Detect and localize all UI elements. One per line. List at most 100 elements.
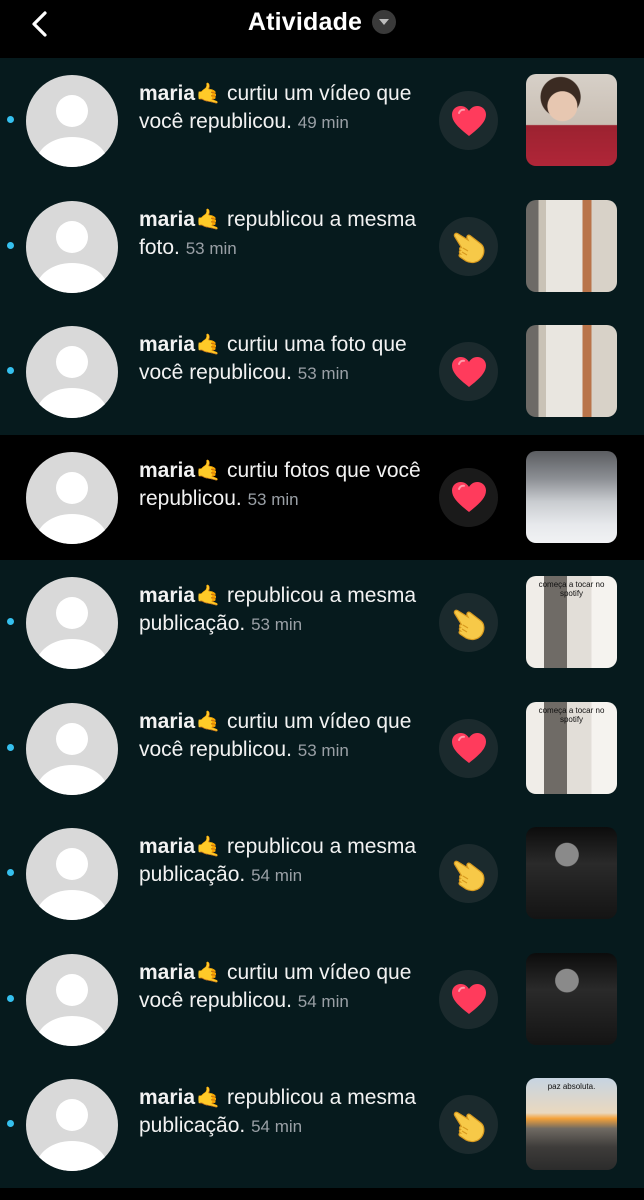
avatar-head <box>56 1099 88 1131</box>
username[interactable]: maria <box>139 333 195 356</box>
avatar-body <box>36 639 108 669</box>
notification-text[interactable]: maria🤙 republicou a mesma publicação. 54 … <box>139 1084 429 1141</box>
username-emoji: 🤙 <box>196 334 221 356</box>
chevron-down-icon <box>379 19 390 25</box>
username-emoji: 🤙 <box>196 710 221 733</box>
avatar-head <box>56 973 88 1006</box>
notification-text[interactable]: maria🤙 curtiu uma foto que você republico… <box>139 331 429 388</box>
dropdown-toggle[interactable] <box>372 10 397 34</box>
post-thumbnail[interactable] <box>526 325 617 417</box>
top-bar: Atividade <box>0 0 644 56</box>
timestamp: 54 min <box>251 1117 303 1136</box>
username-emoji: 🤙 <box>196 459 221 482</box>
notification-row[interactable]: maria🤙 republicou a mesma publicação. 54 … <box>0 1062 644 1188</box>
notification-row[interactable]: maria🤙 republicou a mesma foto. 53 min <box>0 183 644 309</box>
username[interactable]: maria <box>139 710 195 733</box>
post-thumbnail[interactable] <box>526 199 617 292</box>
notification-row[interactable]: maria🤙 curtiu um vídeo que você republico… <box>0 685 644 811</box>
avatar[interactable] <box>26 577 118 669</box>
repost-hand-button[interactable] <box>439 1095 498 1154</box>
unread-dot <box>7 743 14 751</box>
username-emoji: 🤙 <box>196 961 221 984</box>
notification-text[interactable]: maria🤙 curtiu um vídeo que você republico… <box>139 959 429 1016</box>
unread-dot <box>7 869 14 876</box>
notification-text[interactable]: maria🤙 republicou a mesma foto. 53 min <box>139 206 429 263</box>
avatar[interactable] <box>26 451 118 544</box>
heart-icon <box>451 983 487 1015</box>
post-thumbnail[interactable]: começa a tocar no spotify <box>526 576 617 668</box>
notification-row[interactable]: maria🤙 republicou a mesma publicação. 53 … <box>0 560 644 686</box>
notification-row[interactable]: maria🤙 republicou a mesma publicação. 54 … <box>0 811 644 937</box>
post-thumbnail[interactable] <box>526 74 617 166</box>
username[interactable]: maria <box>139 961 195 984</box>
notification-text[interactable]: maria🤙 republicou a mesma publicação. 54 … <box>139 833 429 890</box>
avatar-head <box>56 722 88 755</box>
avatar[interactable] <box>26 326 118 418</box>
avatar-head <box>56 471 88 504</box>
username[interactable]: maria <box>139 584 195 607</box>
avatar-body <box>36 764 108 795</box>
timestamp: 53 min <box>251 615 303 634</box>
username[interactable]: maria <box>139 82 195 105</box>
pointing-hand-icon <box>452 604 486 642</box>
like-button[interactable] <box>439 969 498 1029</box>
post-thumbnail[interactable]: paz absoluta. <box>526 1078 617 1170</box>
notification-text[interactable]: maria🤙 curtiu um vídeo que você republico… <box>139 708 429 765</box>
unread-dot <box>7 116 14 123</box>
thumbnail-caption: começa a tocar no spotify <box>538 580 605 598</box>
avatar-head <box>56 95 88 127</box>
avatar-head <box>56 597 88 629</box>
notification-row[interactable]: maria🤙 curtiu um vídeo que você republico… <box>0 58 644 184</box>
like-button[interactable] <box>439 467 498 527</box>
notification-row[interactable]: maria🤙 curtiu fotos que você republicou. … <box>0 434 644 560</box>
notification-row[interactable]: maria🤙 curtiu um vídeo que você republico… <box>0 936 644 1062</box>
post-thumbnail[interactable]: começa a tocar no spotify <box>526 701 617 794</box>
avatar[interactable] <box>26 200 118 293</box>
unread-dot <box>7 1120 14 1127</box>
notification-text[interactable]: maria🤙 curtiu um vídeo que você republico… <box>139 80 429 137</box>
timestamp: 54 min <box>251 866 303 885</box>
repost-hand-button[interactable] <box>439 216 498 276</box>
repost-hand-button[interactable] <box>439 593 498 652</box>
avatar[interactable] <box>26 75 118 167</box>
avatar[interactable] <box>26 1079 118 1171</box>
avatar-body <box>36 137 108 167</box>
like-button[interactable] <box>439 342 498 401</box>
avatar[interactable] <box>26 702 118 795</box>
username[interactable]: maria <box>139 835 195 858</box>
post-thumbnail[interactable] <box>526 450 617 543</box>
username[interactable]: maria <box>139 1086 195 1109</box>
avatar[interactable] <box>26 953 118 1046</box>
username[interactable]: maria <box>139 208 195 231</box>
post-thumbnail[interactable] <box>526 827 617 919</box>
avatar-head <box>56 220 88 253</box>
back-button[interactable] <box>24 8 56 40</box>
activity-list: maria🤙 curtiu um vídeo que você republico… <box>0 58 644 1200</box>
repost-hand-button[interactable] <box>439 844 498 903</box>
thumbnail-caption: paz absoluta. <box>547 1082 596 1091</box>
post-thumbnail[interactable] <box>526 952 617 1045</box>
pointing-hand-icon <box>452 227 486 265</box>
avatar[interactable] <box>26 828 118 920</box>
avatar-body <box>36 1015 108 1046</box>
avatar-body <box>36 890 108 920</box>
heart-icon <box>451 105 487 137</box>
chevron-left-icon <box>32 11 47 37</box>
title-dropdown[interactable]: Atividade <box>247 7 397 37</box>
like-button[interactable] <box>439 718 498 778</box>
username[interactable]: maria <box>139 459 195 482</box>
notification-row[interactable]: maria🤙 curtiu uma foto que você republico… <box>0 309 644 435</box>
username-emoji: 🤙 <box>196 585 221 607</box>
timestamp: 54 min <box>297 991 349 1011</box>
timestamp: 53 min <box>297 740 349 760</box>
unread-dot <box>7 618 14 625</box>
page-title: Atividade <box>247 7 363 36</box>
like-button[interactable] <box>439 91 498 150</box>
notification-text[interactable]: maria🤙 republicou a mesma publicação. 53 … <box>139 582 429 639</box>
heart-icon <box>451 732 487 764</box>
notification-text[interactable]: maria🤙 curtiu fotos que você republicou. … <box>139 457 429 514</box>
username-emoji: 🤙 <box>196 836 221 858</box>
avatar-head <box>56 346 88 378</box>
heart-icon <box>451 356 487 388</box>
unread-dot <box>7 994 14 1002</box>
